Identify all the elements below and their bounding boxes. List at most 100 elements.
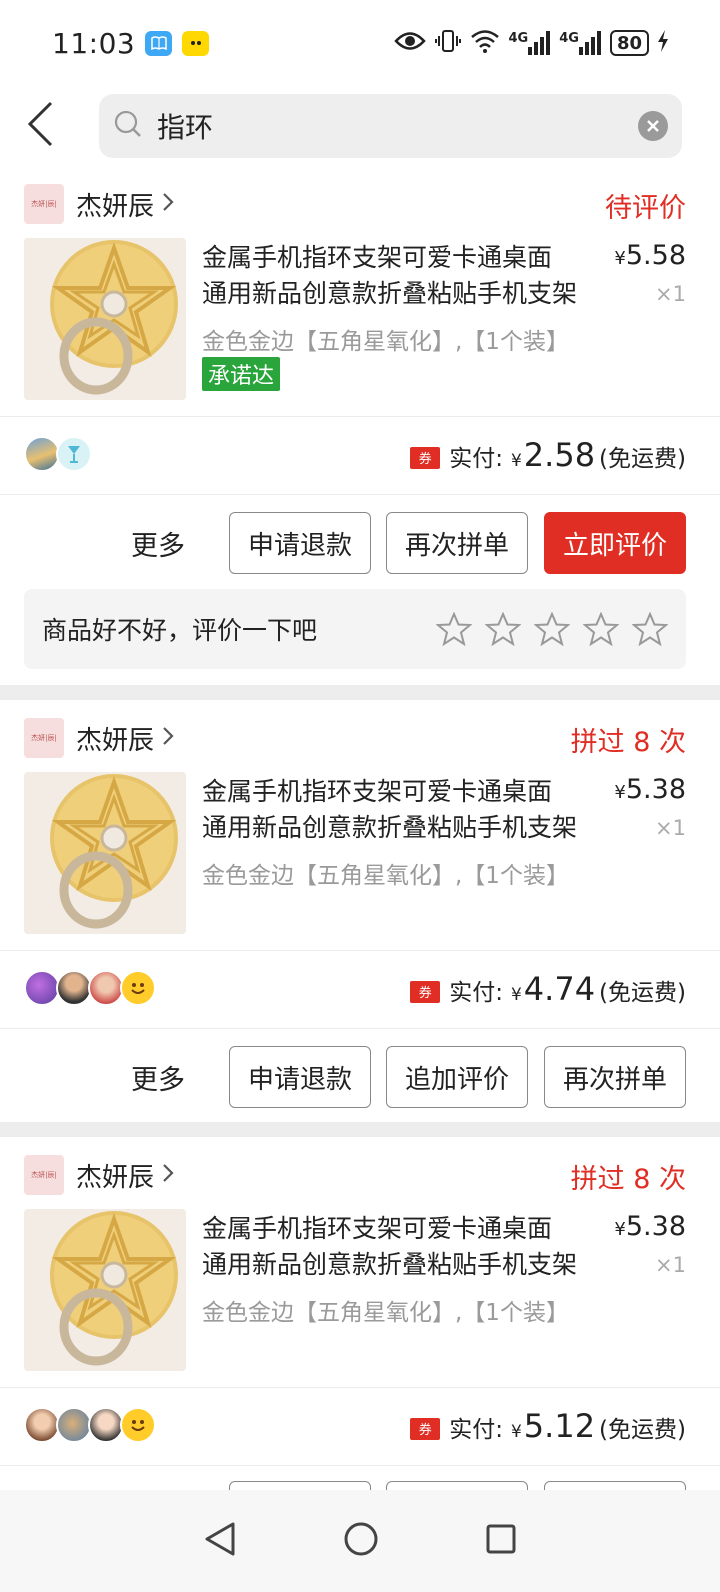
avatar [24, 1407, 60, 1443]
star-ring-holder-image [24, 238, 186, 400]
star-icon[interactable] [632, 612, 668, 646]
order-status: 拼过 8 次 [570, 1164, 686, 1195]
charging-icon [658, 30, 668, 56]
nav-back-button[interactable] [203, 1521, 237, 1561]
shop-link[interactable]: 杰妍|辰| 杰妍辰 [24, 1155, 174, 1195]
paid-currency: ¥ [510, 985, 522, 1005]
divider [0, 1387, 720, 1388]
system-nav-bar [0, 1490, 720, 1592]
add-review-button[interactable]: 追加评价 [386, 1046, 528, 1108]
chevron-right-icon [162, 726, 174, 750]
paid-amount-row: 券 实付: ¥ 2.58 (免运费) [410, 436, 686, 474]
smiley-icon [131, 983, 145, 994]
shop-logo: 杰妍|辰| [24, 718, 64, 758]
product-title-line2: 通用新品创意款折叠粘贴手机支架 [202, 279, 578, 308]
wifi-icon [470, 29, 500, 57]
paid-label: 实付: [449, 446, 503, 472]
refund-button[interactable]: 申请退款 [229, 1046, 371, 1108]
product-image[interactable] [24, 772, 186, 934]
chevron-right-icon [162, 192, 174, 216]
shop-link[interactable]: 杰妍|辰| 杰妍辰 [24, 184, 174, 224]
order-status: 拼过 8 次 [570, 727, 686, 758]
nav-home-button[interactable] [343, 1521, 379, 1561]
star-icon[interactable] [583, 612, 619, 646]
paid-amount: 5.12 [523, 1407, 596, 1445]
product-price: ¥5.58 [614, 240, 686, 271]
buyer-avatars [24, 1407, 156, 1443]
price-currency: ¥ [614, 782, 626, 803]
avatar [88, 1407, 124, 1443]
quick-rating: 商品好不好，评价一下吧 [24, 589, 686, 669]
order-card[interactable]: 杰妍|辰| 杰妍辰 待评价 金属手机指环支架可爱卡通桌面 通用新品创意款折叠粘贴… [0, 166, 720, 685]
shop-link[interactable]: 杰妍|辰| 杰妍辰 [24, 718, 174, 758]
more-button[interactable]: 更多 [131, 524, 185, 563]
avatar [120, 970, 156, 1006]
buyer-avatars [24, 970, 156, 1006]
product-title[interactable]: 金属手机指环支架可爱卡通桌面 通用新品创意款折叠粘贴手机支架 [202, 774, 597, 846]
more-button[interactable]: 更多 [131, 1058, 185, 1097]
paid-amount-row: 券 实付: ¥ 4.74 (免运费) [410, 970, 686, 1008]
battery-indicator: 80 [609, 30, 649, 56]
signal-icon-1: 4G [509, 31, 551, 55]
product-price: ¥5.38 [614, 774, 686, 805]
price-value: 5.38 [625, 774, 686, 805]
reader-app-icon [182, 30, 210, 56]
product-image[interactable] [24, 1209, 186, 1371]
nav-recents-button[interactable] [485, 1523, 517, 1559]
avatar [56, 1407, 92, 1443]
rating-prompt: 商品好不好，评价一下吧 [42, 616, 318, 645]
triangle-back-icon [205, 1522, 235, 1556]
avatar [88, 970, 124, 1006]
reorder-button[interactable]: 再次拼单 [544, 1046, 686, 1108]
buyer-avatars [24, 436, 92, 472]
back-button[interactable] [0, 91, 80, 161]
review-now-button[interactable]: 立即评价 [544, 512, 686, 574]
order-actions: 更多 申请退款 再次拼单 立即评价 [0, 512, 720, 574]
order-card[interactable]: 杰妍|辰| 杰妍辰 拼过 8 次 金属手机指环支架可爱卡通桌面 通用新品创意款折… [0, 1137, 720, 1543]
shop-name: 杰妍辰 [76, 1162, 155, 1193]
paid-label: 实付: [449, 1417, 503, 1443]
price-currency: ¥ [614, 248, 626, 269]
shop-logo: 杰妍|辰| [24, 1155, 64, 1195]
search-box[interactable]: 指环 [99, 94, 682, 158]
star-ring-holder-image [24, 772, 186, 934]
avatar [120, 1407, 156, 1443]
product-title[interactable]: 金属手机指环支架可爱卡通桌面 通用新品创意款折叠粘贴手机支架 [202, 1211, 597, 1283]
network-label-1: 4G [508, 31, 529, 46]
coupon-badge: 券 [410, 980, 441, 1003]
product-title-line2: 通用新品创意款折叠粘贴手机支架 [202, 1250, 578, 1279]
divider [0, 1028, 720, 1029]
shop-name: 杰妍辰 [76, 725, 155, 756]
product-title[interactable]: 金属手机指环支架可爱卡通桌面 通用新品创意款折叠粘贴手机支架 [202, 240, 597, 312]
smiley-icon [131, 1420, 145, 1431]
divider [0, 416, 720, 417]
network-label-2: 4G [559, 31, 579, 46]
product-quantity: ×1 [655, 816, 686, 840]
star-icon[interactable] [534, 612, 570, 646]
search-input[interactable]: 指环 [157, 106, 638, 146]
square-recents-icon [486, 1524, 516, 1554]
star-icon[interactable] [485, 612, 521, 646]
paid-currency: ¥ [510, 451, 522, 471]
search-icon [113, 109, 143, 143]
clear-search-button[interactable] [638, 111, 668, 141]
star-icon[interactable] [436, 612, 472, 646]
divider [0, 950, 720, 951]
product-image[interactable] [24, 238, 186, 400]
eye-icon [393, 30, 426, 56]
avatar [56, 436, 92, 472]
back-arrow-icon [27, 101, 53, 151]
coupon-badge: 券 [410, 1417, 441, 1440]
order-card[interactable]: 杰妍|辰| 杰妍辰 拼过 8 次 金属手机指环支架可爱卡通桌面 通用新品创意款折… [0, 700, 720, 1122]
order-actions: 更多 申请退款 追加评价 再次拼单 [0, 1046, 720, 1108]
paid-currency: ¥ [510, 1422, 522, 1442]
reorder-button[interactable]: 再次拼单 [386, 512, 528, 574]
price-value: 5.38 [625, 1211, 686, 1242]
product-title-line2: 通用新品创意款折叠粘贴手机支架 [202, 813, 578, 842]
order-status: 待评价 [605, 193, 686, 224]
circle-home-icon [344, 1522, 378, 1556]
shop-name: 杰妍辰 [76, 191, 155, 222]
refund-button[interactable]: 申请退款 [229, 512, 371, 574]
avatar [24, 436, 60, 472]
product-title-line1: 金属手机指环支架可爱卡通桌面 [202, 243, 553, 272]
